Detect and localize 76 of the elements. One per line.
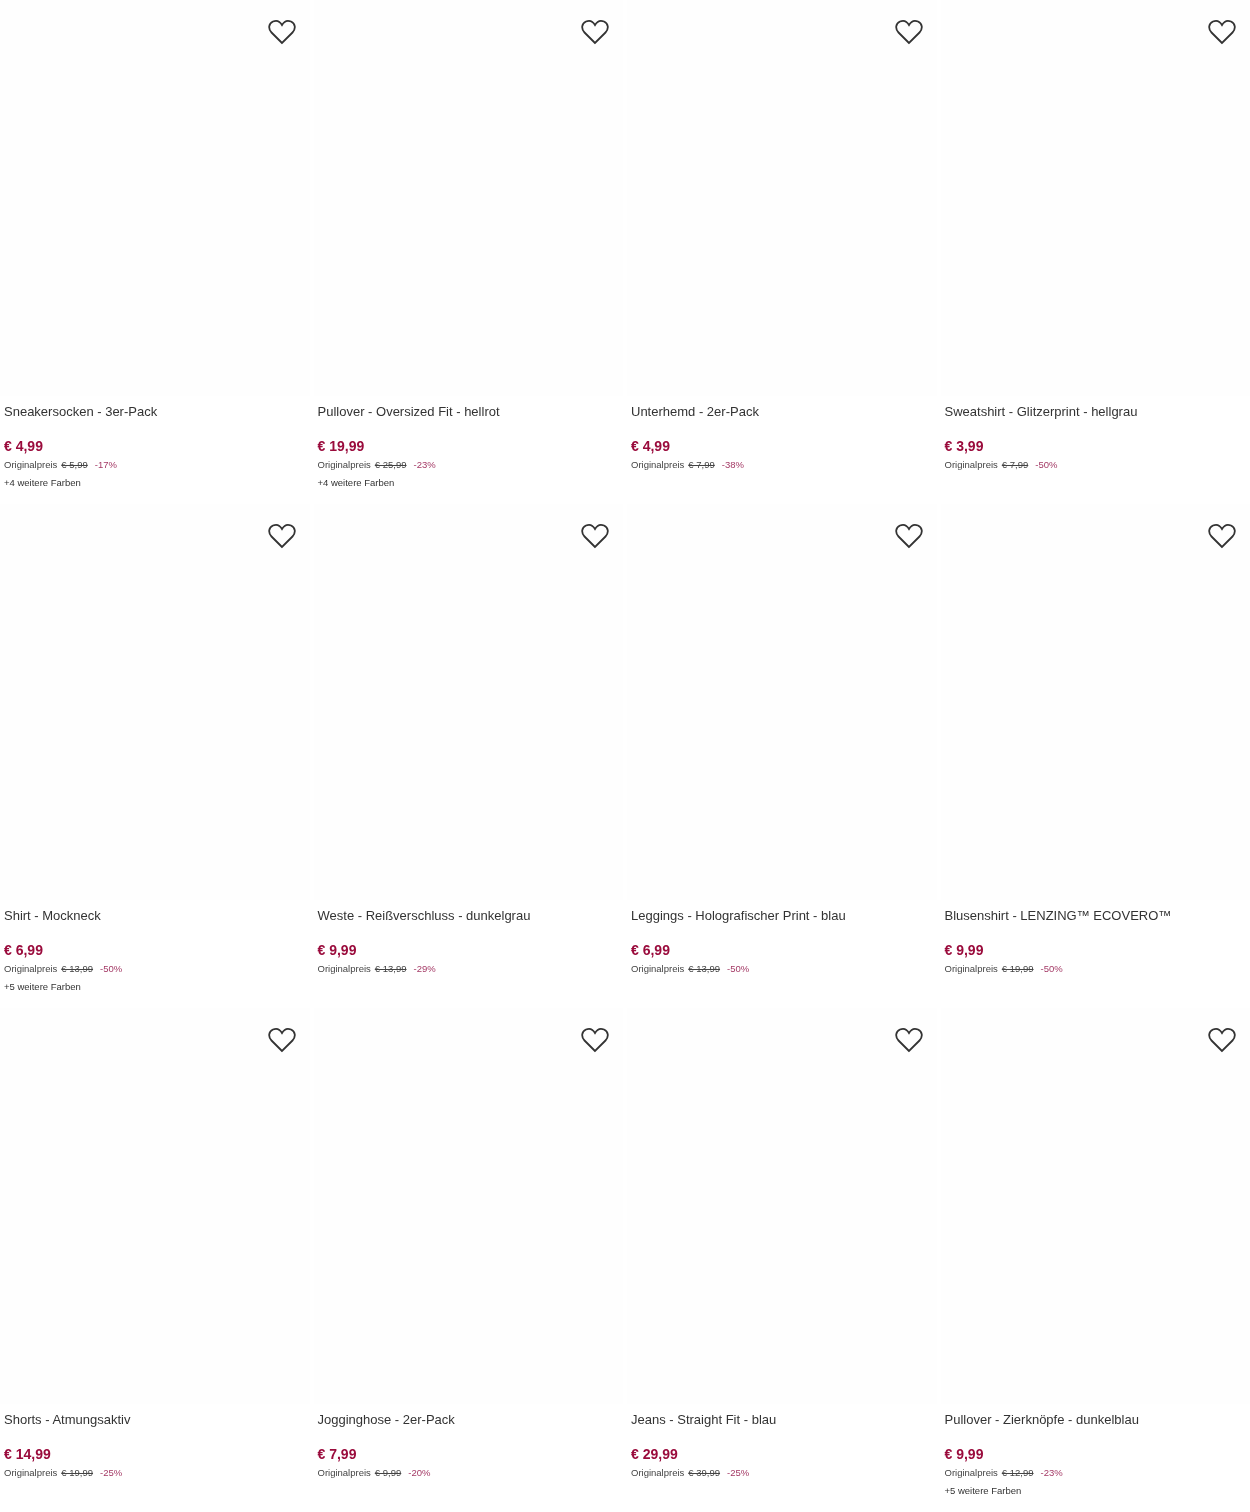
discount: -50% (100, 962, 123, 974)
original-price: € 9,99 (374, 1466, 402, 1478)
sale-price: € 6,99 (4, 941, 44, 960)
favorite-heart-icon[interactable] (894, 19, 923, 45)
original-price-label: Originalpreis (4, 458, 58, 470)
sale-price: € 29,99 (631, 1445, 679, 1464)
discount: -25% (727, 1466, 750, 1478)
original-price-label: Originalpreis (944, 962, 998, 974)
favorite-heart-icon[interactable] (1208, 523, 1236, 549)
favorite-heart-icon[interactable] (1208, 19, 1236, 45)
original-price: € 19,99 (1001, 962, 1034, 974)
original-price: € 39,99 (688, 1466, 721, 1478)
sale-price: € 19,99 (317, 437, 366, 456)
original-price: € 7,99 (1001, 458, 1029, 470)
product-title[interactable]: Weste - Reißverschluss - dunkelgrau (317, 900, 623, 940)
sale-price: € 4,99 (4, 437, 44, 456)
favorite-heart-icon[interactable] (1208, 1027, 1236, 1053)
original-price: € 19,99 (61, 1466, 94, 1478)
product-title[interactable]: Sweatshirt - Glitzerprint - hellgrau (944, 396, 1250, 436)
favorite-heart-icon[interactable] (894, 523, 923, 549)
original-price: € 13,99 (61, 962, 94, 974)
favorite-heart-icon[interactable] (267, 1027, 296, 1053)
discount: -17% (94, 458, 117, 470)
sale-price: € 14,99 (4, 1445, 52, 1464)
favorite-heart-icon[interactable] (581, 1027, 609, 1053)
product-title[interactable]: Shorts - Atmungsaktiv (4, 1404, 310, 1444)
product-title[interactable]: Jeans - Straight Fit - blau (631, 1404, 937, 1444)
favorite-heart-icon[interactable] (581, 19, 609, 45)
original-price-label: Originalpreis (631, 1466, 685, 1478)
original-price-label: Originalpreis (944, 1466, 998, 1478)
sale-price: € 3,99 (944, 437, 985, 456)
product-title[interactable]: Pullover - Zierknöpfe - dunkelblau (944, 1404, 1250, 1444)
discount: -23% (1040, 1466, 1063, 1478)
sale-price: € 6,99 (631, 941, 671, 960)
original-price-label: Originalpreis (4, 1466, 58, 1478)
more-colors-link[interactable]: +4 weitere Farben (317, 477, 623, 488)
sale-price: € 9,99 (944, 1445, 985, 1464)
original-price: € 25,99 (374, 458, 407, 470)
discount: -50% (1040, 962, 1063, 974)
more-colors-link[interactable]: +5 weitere Farben (944, 1485, 1250, 1496)
product-title[interactable]: Unterhemd - 2er-Pack (631, 396, 937, 436)
original-price: € 7,99 (688, 458, 715, 470)
original-price-label: Originalpreis (944, 458, 998, 470)
favorite-heart-icon[interactable] (581, 523, 609, 549)
sale-price: € 9,99 (944, 941, 985, 960)
original-price-label: Originalpreis (317, 458, 371, 470)
original-price: € 13,99 (374, 962, 407, 974)
original-price-label: Originalpreis (631, 962, 685, 974)
sale-price: € 9,99 (317, 941, 358, 960)
original-price-label: Originalpreis (631, 458, 685, 470)
original-price-label: Originalpreis (317, 962, 371, 974)
product-title[interactable]: Blusenshirt - LENZING™ ECOVERO™ (944, 900, 1250, 940)
original-price: € 5,99 (61, 458, 88, 470)
favorite-heart-icon[interactable] (894, 1027, 923, 1053)
discount: -29% (413, 962, 436, 974)
product-title[interactable]: Leggings - Holografischer Print - blau (631, 900, 937, 940)
discount: -25% (100, 1466, 123, 1478)
original-price: € 12,99 (1001, 1466, 1034, 1478)
favorite-heart-icon[interactable] (267, 19, 296, 45)
discount: -38% (721, 458, 744, 470)
original-price-label: Originalpreis (4, 962, 58, 974)
sale-price: € 7,99 (317, 1445, 358, 1464)
product-title[interactable]: Jogginghose - 2er-Pack (317, 1404, 623, 1444)
product-title[interactable]: Shirt - Mockneck (4, 900, 310, 940)
original-price-label: Originalpreis (317, 1466, 371, 1478)
discount: -50% (727, 962, 750, 974)
sale-price: € 4,99 (631, 437, 671, 456)
product-title[interactable]: Sneakersocken - 3er-Pack (4, 396, 310, 436)
original-price: € 13,99 (688, 962, 721, 974)
more-colors-link[interactable]: +4 weitere Farben (4, 477, 310, 488)
discount: -20% (408, 1466, 431, 1478)
discount: -50% (1035, 458, 1058, 470)
discount: -23% (413, 458, 436, 470)
product-title[interactable]: Pullover - Oversized Fit - hellrot (317, 396, 623, 436)
more-colors-link[interactable]: +5 weitere Farben (4, 981, 310, 992)
favorite-heart-icon[interactable] (267, 523, 296, 549)
